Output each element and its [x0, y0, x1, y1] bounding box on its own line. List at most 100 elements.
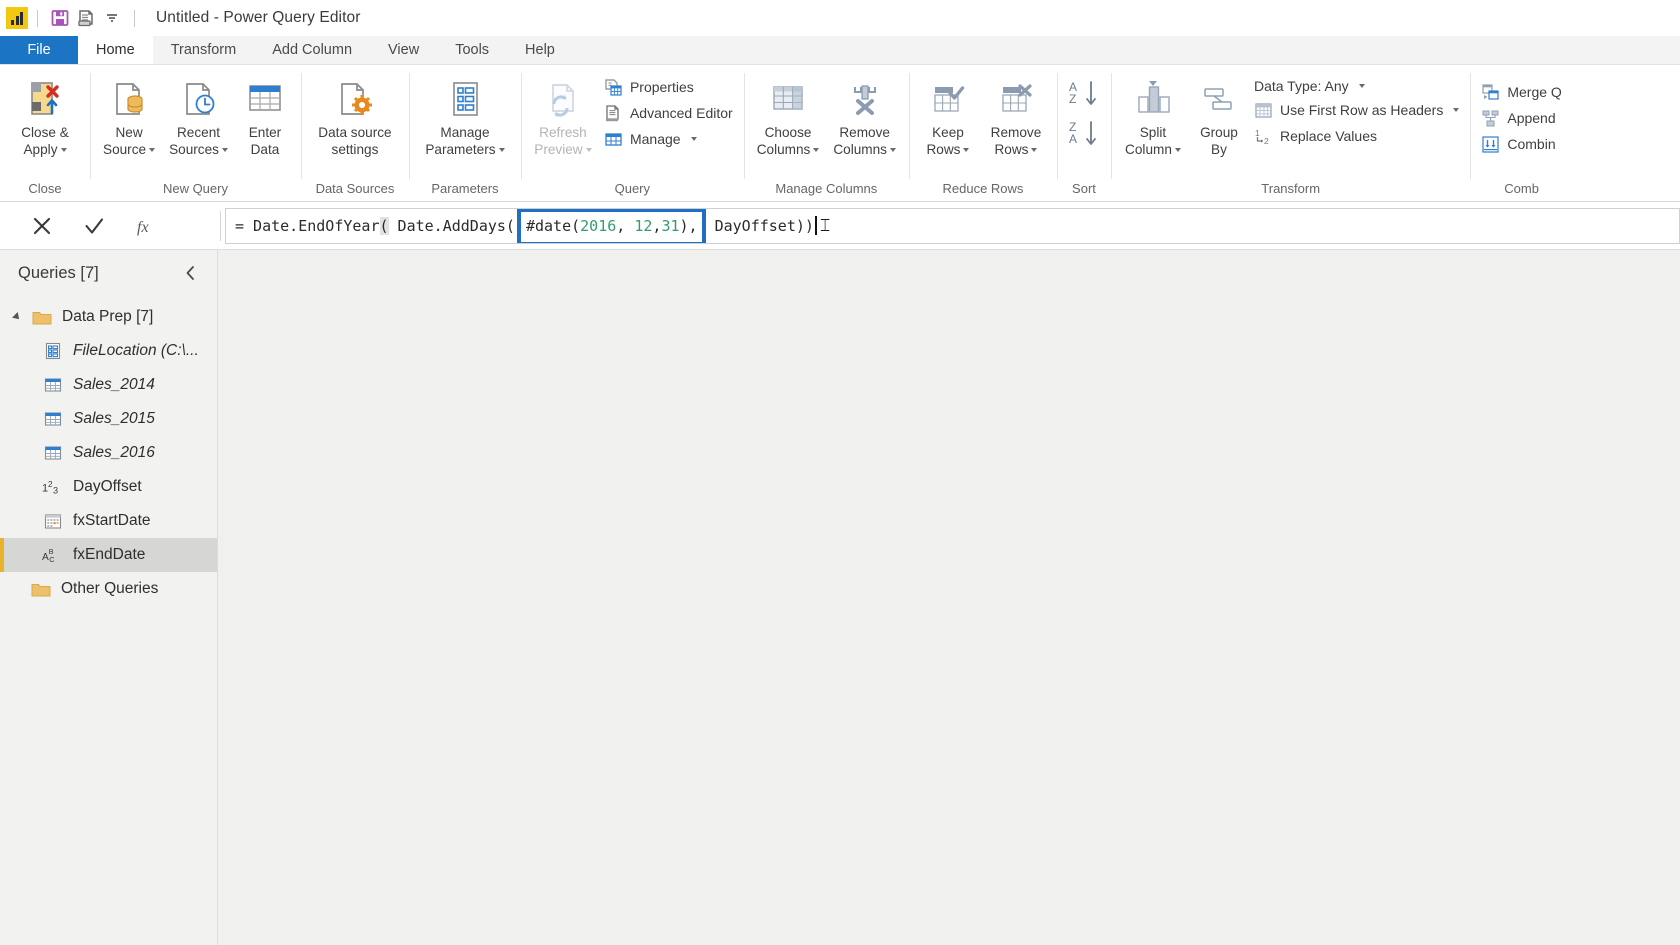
- group-label-query: Query: [614, 181, 651, 196]
- editor-body: Queries [7] Data Prep [7] FileLocation (…: [0, 250, 1680, 945]
- query-group-other-queries[interactable]: Other Queries: [0, 572, 217, 606]
- advanced-editor-icon: [604, 104, 623, 123]
- group-by-icon: [1197, 74, 1241, 124]
- tab-file[interactable]: File: [0, 36, 78, 64]
- svg-text:A: A: [1069, 132, 1077, 146]
- accept-check-icon[interactable]: [68, 206, 120, 246]
- svg-text:Z: Z: [1069, 92, 1076, 106]
- tab-tools[interactable]: Tools: [437, 36, 507, 64]
- save-floppy-icon[interactable]: [47, 5, 73, 31]
- quick-access-dropdown-icon[interactable]: [99, 5, 125, 31]
- formula-bar-left: fx: [0, 206, 218, 246]
- choose-columns-button[interactable]: Choose Columns: [750, 72, 827, 160]
- table-icon: [42, 443, 64, 463]
- merge-queries-button[interactable]: Merge Q: [1476, 80, 1566, 104]
- query-item-sales-2015[interactable]: Sales_2015: [0, 402, 217, 436]
- tab-transform[interactable]: Transform: [153, 36, 255, 64]
- group-by-button[interactable]: Group By: [1189, 72, 1249, 160]
- close-and-apply-button[interactable]: Close & Apply: [6, 72, 84, 160]
- divider: [134, 9, 135, 27]
- group-label-data-sources: Data Sources: [315, 181, 395, 196]
- refresh-preview-button[interactable]: Refresh Preview: [527, 72, 599, 160]
- manage-button[interactable]: Manage: [599, 127, 738, 151]
- query-group-data-prep[interactable]: Data Prep [7]: [0, 300, 217, 334]
- new-source-label: New Source: [103, 125, 156, 158]
- sort-ascending-button[interactable]: A Z: [1067, 79, 1101, 109]
- preview-canvas[interactable]: [218, 250, 1680, 945]
- query-item-label: fxEndDate: [73, 546, 146, 563]
- sort-descending-button[interactable]: Z A: [1067, 119, 1101, 149]
- remove-columns-button[interactable]: Remove Columns: [826, 72, 903, 160]
- recent-sources-icon: [177, 74, 221, 124]
- folder-icon: [31, 307, 53, 327]
- ribbon-group-transform: Split Column Group By Data Type: Any Use…: [1110, 65, 1470, 201]
- ribbon-group-new-query: New Source Recent Sources Enter Data New…: [90, 65, 301, 201]
- replace-values-button[interactable]: 1 2 Replace Values: [1249, 124, 1464, 148]
- print-document-icon[interactable]: [73, 5, 99, 31]
- data-type-button[interactable]: Data Type: Any: [1249, 75, 1464, 96]
- mouse-ibeam-cursor: ⌶: [819, 215, 831, 235]
- use-first-row-as-headers-icon: [1254, 101, 1273, 120]
- formula-input[interactable]: = Date.EndOfYear( Date.AddDays(#date(201…: [225, 207, 1680, 244]
- formula-highlight-tail: ),: [679, 217, 698, 235]
- manage-parameters-button[interactable]: Manage Parameters: [415, 72, 515, 160]
- replace-values-icon: 1 2: [1254, 127, 1273, 146]
- properties-button[interactable]: Properties: [599, 75, 738, 99]
- query-item-sales-2016[interactable]: Sales_2016: [0, 436, 217, 470]
- close-and-apply-icon: [23, 74, 67, 124]
- recent-sources-label: Recent Sources: [169, 125, 228, 158]
- query-item-label: DayOffset: [73, 478, 142, 495]
- tab-home[interactable]: Home: [78, 36, 153, 64]
- properties-label: Properties: [629, 79, 694, 95]
- ribbon-group-close: Close & Apply Close: [0, 65, 90, 201]
- queries-pane-header: Queries [7]: [0, 250, 217, 296]
- formula-comma-1: ,: [616, 217, 635, 235]
- split-column-icon: [1131, 74, 1175, 124]
- cancel-x-icon[interactable]: [16, 206, 68, 246]
- append-queries-icon: [1481, 109, 1500, 128]
- svg-text:2: 2: [1264, 136, 1269, 146]
- query-item-label: Sales_2016: [73, 444, 155, 461]
- close-and-apply-label: Close & Apply: [21, 125, 69, 157]
- ribbon-group-data-sources: Data source settings Data Sources: [300, 65, 409, 201]
- chevron-down-icon: [690, 137, 697, 141]
- data-source-settings-button[interactable]: Data source settings: [307, 72, 403, 160]
- append-queries-button[interactable]: Append: [1476, 106, 1566, 130]
- ribbon-group-manage-columns: Choose Columns Remove Columns Manage Col…: [743, 65, 909, 201]
- query-item-fxenddate[interactable]: A B C fxEndDate: [0, 538, 217, 572]
- enter-data-button[interactable]: Enter Data: [235, 72, 295, 160]
- chevron-down-icon: [1453, 108, 1460, 112]
- keep-rows-button[interactable]: Keep Rows: [915, 72, 981, 160]
- formula-day: 31: [661, 217, 680, 235]
- query-item-sales-2014[interactable]: Sales_2014: [0, 368, 217, 402]
- query-item-filelocation[interactable]: FileLocation (C:\...: [0, 334, 217, 368]
- split-column-label: Split Column: [1125, 125, 1181, 158]
- formula-year: 2016: [580, 217, 617, 235]
- split-column-button[interactable]: Split Column: [1117, 72, 1189, 160]
- recent-sources-button[interactable]: Recent Sources: [162, 72, 235, 160]
- chevron-down-icon: [1358, 83, 1365, 88]
- advanced-editor-button[interactable]: Advanced Editor: [599, 101, 738, 125]
- keep-rows-label: Keep Rows: [926, 125, 970, 158]
- use-first-row-as-headers-button[interactable]: Use First Row as Headers: [1249, 98, 1464, 122]
- manage-parameters-label: Manage Parameters: [425, 125, 505, 158]
- group-label-new-query: New Query: [162, 181, 228, 196]
- chevron-left-icon[interactable]: [178, 263, 203, 283]
- query-item-fxstartdate[interactable]: fxStartDate: [0, 504, 217, 538]
- manage-icon: [604, 130, 623, 149]
- combine-files-button[interactable]: Combin: [1476, 132, 1566, 156]
- query-item-label: FileLocation (C:\...: [73, 342, 199, 359]
- tab-add-column[interactable]: Add Column: [254, 36, 370, 64]
- ribbon-group-query: Refresh Preview Properties Advanced Edit…: [520, 65, 744, 201]
- tab-view[interactable]: View: [370, 36, 437, 64]
- formula-bar-tools: fx: [0, 206, 172, 246]
- tab-help[interactable]: Help: [507, 36, 573, 64]
- query-item-dayoffset[interactable]: 1 2 3 DayOffset: [0, 470, 217, 504]
- formula-comma-2: ,: [652, 217, 662, 235]
- table-icon: [42, 375, 64, 395]
- expand-twisty-icon[interactable]: [12, 312, 22, 322]
- remove-rows-button[interactable]: Remove Rows: [981, 72, 1051, 160]
- fx-icon[interactable]: fx: [120, 206, 172, 246]
- refresh-preview-icon: [541, 74, 585, 124]
- new-source-button[interactable]: New Source: [96, 72, 162, 160]
